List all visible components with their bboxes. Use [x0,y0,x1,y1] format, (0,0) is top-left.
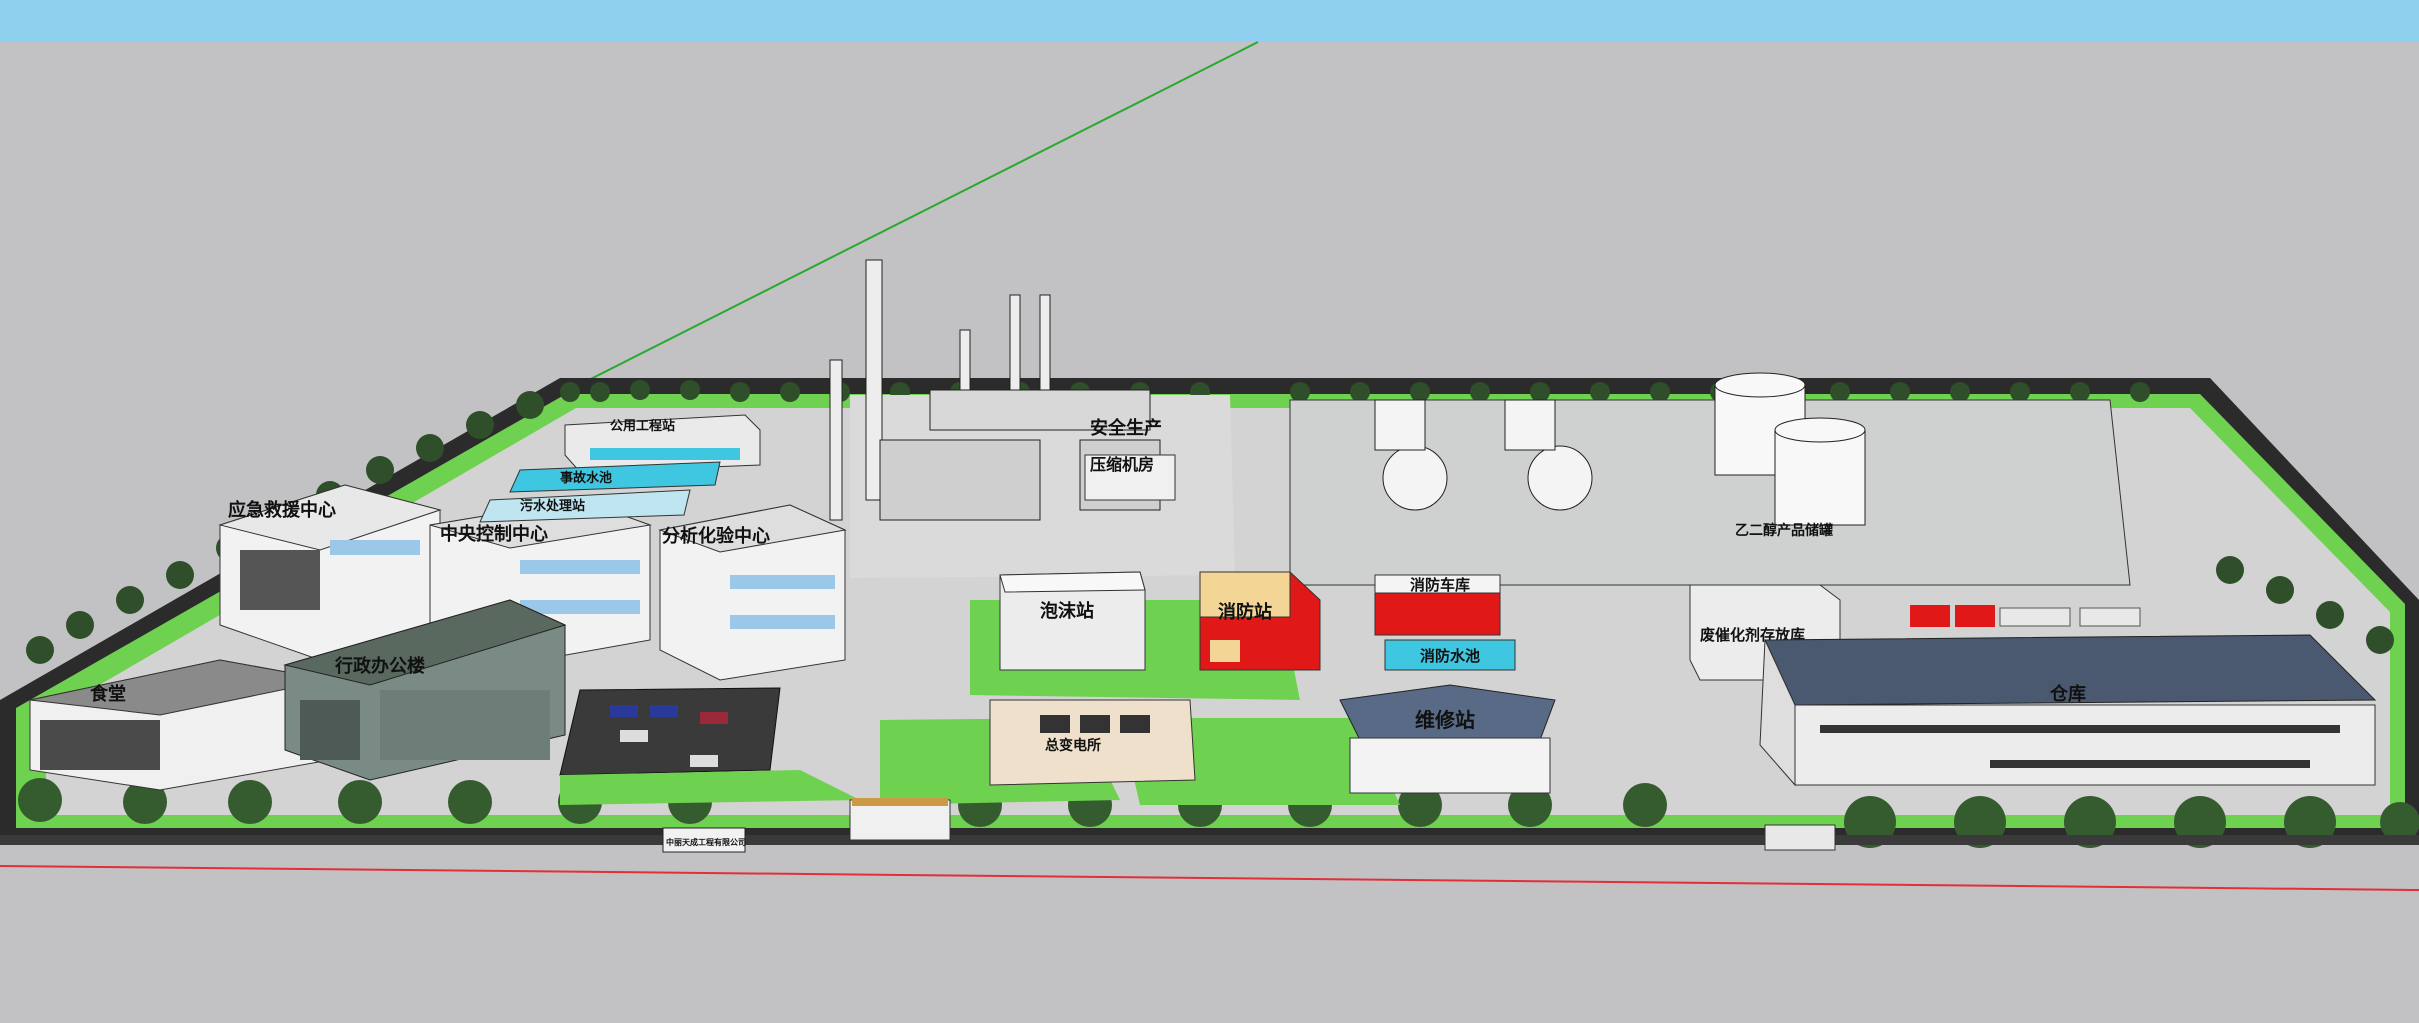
warehouse-building [1759,634,2377,787]
safety-production-label: 安全生产 [1090,417,1162,439]
maintenance-station-label: 维修站 [1415,708,1475,732]
parking-lot [559,687,781,776]
pool-b-label: 污水处理站 [520,498,585,514]
emergency-center-label: 应急救援中心 [228,499,336,521]
central-control-label: 中央控制中心 [440,523,548,545]
substation-label: 总变电所 [1045,737,1101,754]
warehouse-label: 仓库 [2049,683,2086,705]
east-gate [1764,824,1836,851]
company-sign-label: 中丽天成工程有限公司 [666,837,746,847]
plant-3d-scene: 应急救援中心 中央控制中心 分析化验中心 公用工程站 事故水池 污水处理站 食堂 [0,0,2419,1023]
admin-office-label: 行政办公楼 [334,655,425,677]
pool-a-label: 事故水池 [560,470,612,486]
fire-pool-label: 消防水池 [1420,647,1480,665]
foam-station-label: 泡沫站 [1040,600,1094,622]
fire-station-label: 消防站 [1218,601,1272,623]
product-tank-label: 乙二醇产品储罐 [1735,522,1833,539]
compressor-room-label: 压缩机房 [1090,455,1154,474]
canteen-label: 食堂 [89,683,126,705]
fire-garage-label: 消防车库 [1410,576,1470,594]
utility-building-label: 公用工程站 [610,418,675,434]
analysis-lab-label: 分析化验中心 [662,525,770,547]
tanker-trucks [1910,605,2141,627]
main-gate [849,798,951,841]
front-fence [0,835,2419,845]
maintenance-station-building [1339,684,1556,794]
sky-band [0,0,2419,42]
